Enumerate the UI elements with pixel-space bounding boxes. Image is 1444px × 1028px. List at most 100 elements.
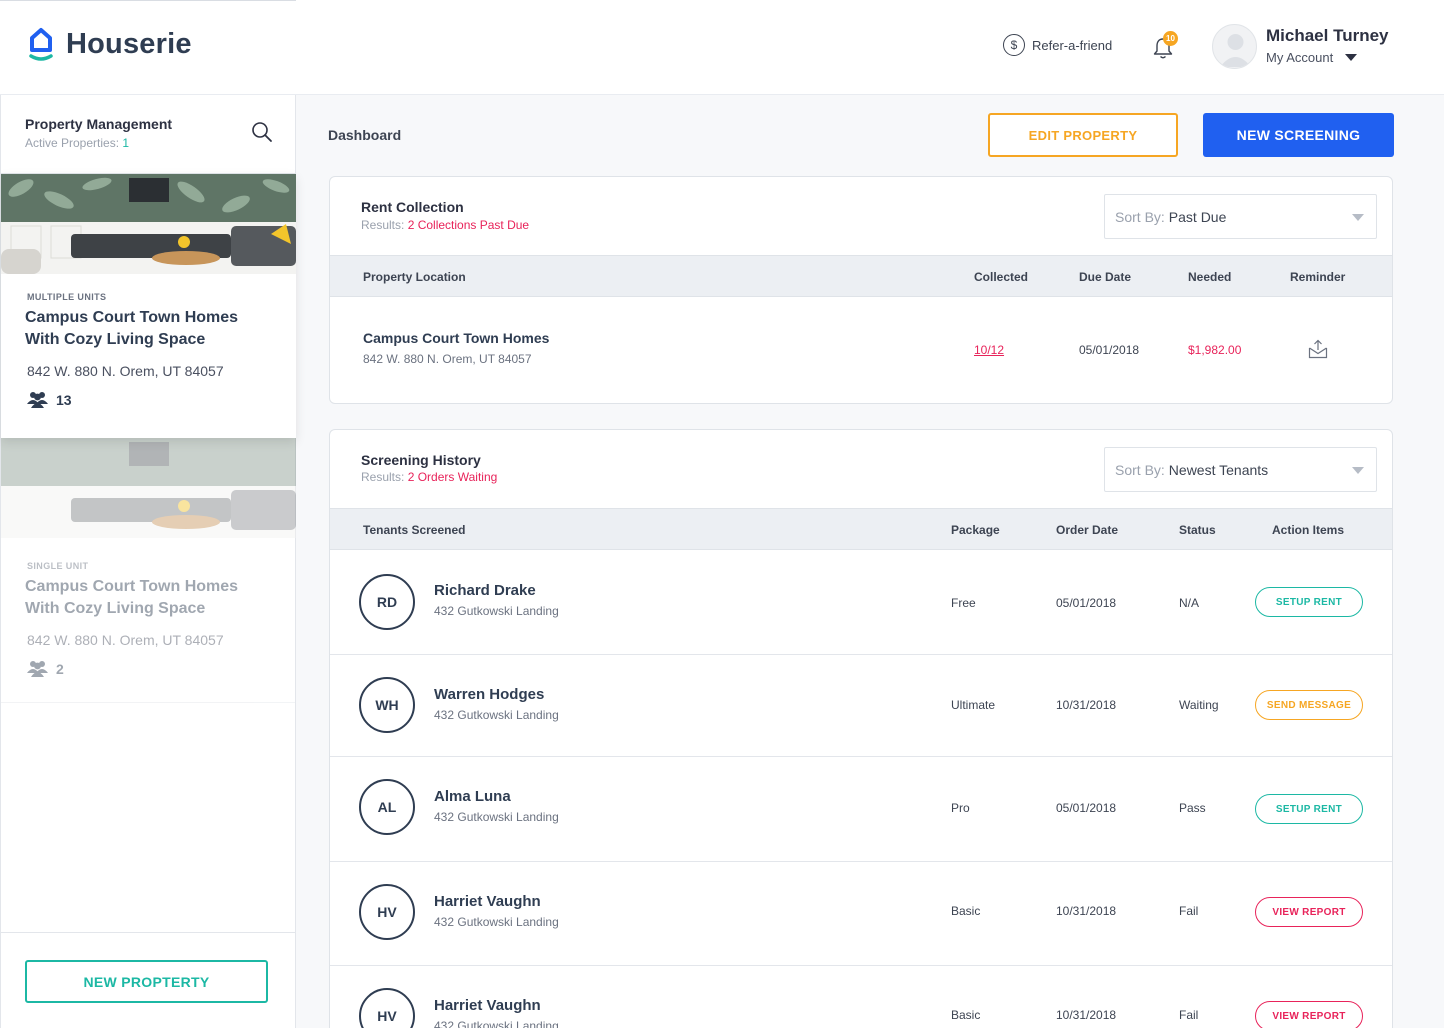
column-header: Reminder (1290, 270, 1346, 284)
divider (0, 0, 296, 1)
top-bar: Houserie $ Refer-a-friend 10 Michael Tur… (0, 0, 1444, 95)
amount-needed: $1,982.00 (1188, 343, 1242, 357)
property-units: 13 (27, 391, 72, 408)
logo-text: Houserie (66, 27, 192, 60)
property-address: 842 W. 880 N. Orem, UT 84057 (27, 363, 224, 379)
units-count: 2 (56, 660, 64, 677)
active-properties: Active Properties: 1 (25, 136, 129, 150)
send-message-button[interactable]: SEND MESSAGE (1255, 690, 1363, 720)
property-address: 842 W. 880 N. Orem, UT 84057 (27, 632, 224, 648)
sort-dropdown[interactable]: Sort By: Past Due (1104, 194, 1377, 239)
view-report-button[interactable]: VIEW REPORT (1255, 897, 1363, 927)
refer-label: Refer-a-friend (1032, 37, 1113, 53)
package: Free (951, 596, 976, 610)
tenant-name: Harriet Vaughn (434, 893, 541, 910)
table-row[interactable]: RD Richard Drake 432 Gutkowski Landing F… (330, 550, 1392, 655)
rent-collection-panel: Rent Collection Results: 2 Collections P… (329, 176, 1393, 404)
panel-results: Results: 2 Collections Past Due (361, 218, 529, 232)
table-header: Tenants Screened Package Order Date Stat… (330, 508, 1392, 550)
property-name: Campus Court Town Homes With Cozy Living… (25, 309, 239, 348)
setup-rent-button[interactable]: SETUP RENT (1255, 794, 1363, 824)
order-date: 05/01/2018 (1056, 596, 1117, 610)
property-photo (1, 438, 296, 538)
package: Basic (951, 1008, 981, 1022)
breadcrumb: Dashboard (328, 127, 402, 143)
status: Fail (1179, 1008, 1199, 1022)
new-screening-button[interactable]: NEW SCREENING (1203, 113, 1394, 157)
property-name: Campus Court Town Homes With Cozy Living… (25, 578, 239, 617)
column-header: Tenants Screened (363, 523, 466, 537)
package: Basic (951, 904, 981, 918)
new-property-button[interactable]: NEW PROPTERTY (25, 960, 268, 1003)
user-name: Michael Turney (1266, 26, 1389, 45)
property-photo (1, 174, 296, 274)
panel-title: Rent Collection (361, 199, 464, 215)
tenant-initials: RD (359, 574, 415, 630)
notifications-button[interactable]: 10 (1152, 31, 1178, 59)
logo[interactable]: Houserie (28, 26, 192, 62)
column-header: Property Location (363, 270, 466, 284)
sidebar-footer: NEW PROPTERTY (1, 932, 296, 1028)
tenant-address: 432 Gutkowski Landing (434, 1019, 559, 1028)
avatar[interactable] (1212, 24, 1257, 69)
column-header: Order Date (1056, 523, 1119, 537)
column-header: Status (1179, 523, 1216, 537)
search-icon[interactable] (251, 121, 273, 143)
results-value: 2 Orders Waiting (407, 470, 498, 484)
due-date: 05/01/2018 (1079, 343, 1140, 357)
package: Pro (951, 801, 970, 815)
setup-rent-button[interactable]: SETUP RENT (1255, 587, 1363, 617)
table-row[interactable]: Campus Court Town Homes 842 W. 880 N. Or… (330, 297, 1392, 403)
edit-property-button[interactable]: EDIT PROPERTY (988, 113, 1178, 157)
house-logo-icon (28, 26, 54, 62)
results-label: Results: (361, 470, 405, 484)
tenant-initials: WH (359, 677, 415, 733)
sort-label: Sort By: (1115, 461, 1165, 478)
users-icon (27, 661, 48, 677)
view-report-button[interactable]: VIEW REPORT (1255, 1001, 1363, 1028)
order-date: 05/01/2018 (1056, 801, 1117, 815)
tenant-address: 432 Gutkowski Landing (434, 810, 559, 824)
table-row[interactable]: AL Alma Luna 432 Gutkowski Landing Pro 0… (330, 757, 1392, 862)
tenant-name: Alma Luna (434, 788, 511, 805)
tenant-initials: HV (359, 884, 415, 940)
tenant-address: 432 Gutkowski Landing (434, 604, 559, 618)
column-header: Collected (974, 270, 1029, 284)
property-type: SINGLE UNIT (27, 561, 89, 571)
tenant-name: Harriet Vaughn (434, 997, 541, 1014)
notification-badge: 10 (1163, 31, 1178, 46)
package: Ultimate (951, 698, 996, 712)
status: Fail (1179, 904, 1199, 918)
table-row[interactable]: WH Warren Hodges 432 Gutkowski Landing U… (330, 655, 1392, 757)
column-header: Needed (1188, 270, 1232, 284)
send-reminder-icon[interactable] (1308, 339, 1328, 359)
table-header: Property Location Collected Due Date Nee… (330, 255, 1392, 297)
sort-value: Past Due (1168, 208, 1227, 225)
property-card[interactable]: SINGLE UNIT Campus Court Town Homes With… (1, 438, 296, 703)
results-label: Results: (361, 218, 405, 232)
sort-dropdown[interactable]: Sort By: Newest Tenants (1104, 447, 1377, 492)
status: N/A (1179, 596, 1200, 610)
column-header: Action Items (1272, 523, 1345, 537)
tenant-address: 432 Gutkowski Landing (434, 915, 559, 929)
status: Waiting (1179, 698, 1219, 712)
panel-title: Screening History (361, 452, 481, 468)
order-date: 10/31/2018 (1056, 904, 1117, 918)
collected-link[interactable]: 10/12 (974, 343, 1004, 357)
property-type: MULTIPLE UNITS (27, 292, 107, 302)
tenant-initials: HV (359, 988, 415, 1028)
chevron-down-icon (1345, 54, 1358, 61)
tenant-name: Richard Drake (434, 582, 536, 599)
tenant-address: 432 Gutkowski Landing (434, 708, 559, 722)
status: Pass (1179, 801, 1206, 815)
screening-history-panel: Screening History Results: 2 Orders Wait… (329, 429, 1393, 1028)
column-header: Package (951, 523, 1000, 537)
refer-a-friend-link[interactable]: $ Refer-a-friend (1003, 34, 1112, 56)
table-row[interactable]: HV Harriet Vaughn 432 Gutkowski Landing … (330, 966, 1392, 1028)
table-row[interactable]: HV Harriet Vaughn 432 Gutkowski Landing … (330, 862, 1392, 966)
property-sidebar: Property Management Active Properties: 1 (0, 95, 296, 1028)
order-date: 10/31/2018 (1056, 698, 1117, 712)
account-menu[interactable]: My Account (1266, 50, 1358, 65)
property-card[interactable]: MULTIPLE UNITS Campus Court Town Homes W… (1, 174, 296, 438)
property-location-name: Campus Court Town Homes (363, 330, 550, 346)
